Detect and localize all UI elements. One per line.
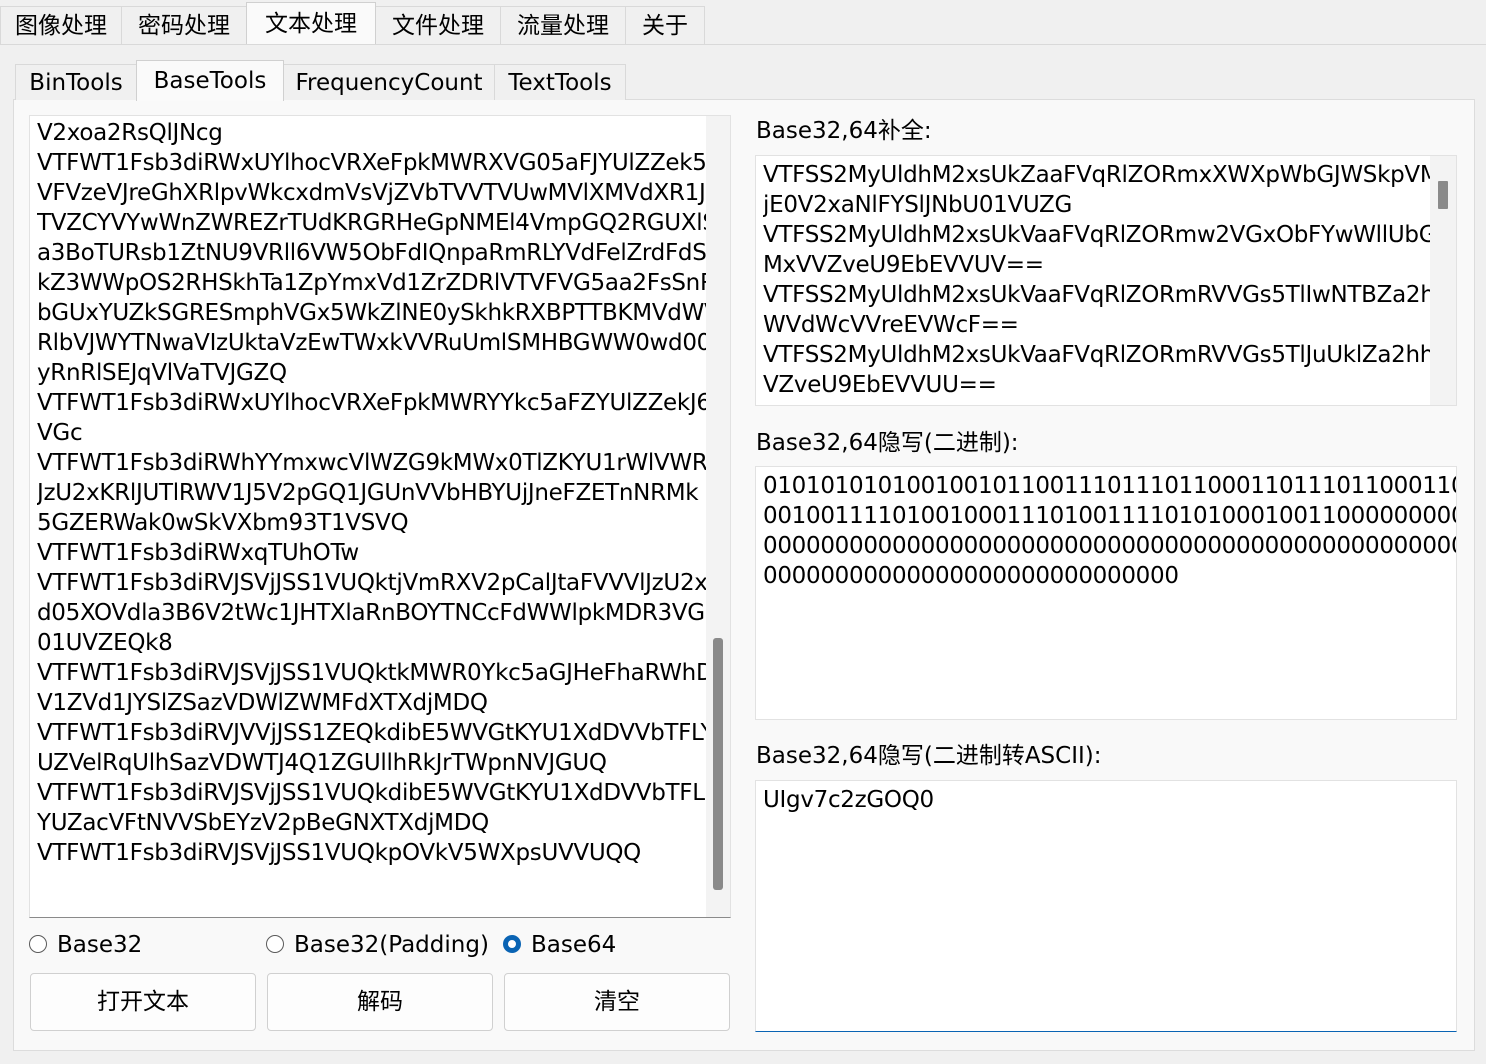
input-text-line: VTFWT1Fsb3diRWxUYlhocVRXeFpkMWRXVG05aFJY…	[37, 150, 707, 176]
input-text-line: UZVelRqUlhSazVDWTJ4Q1ZGUllhRkJrTWpnNVJGU…	[37, 750, 607, 776]
input-text-line: V2xoa2RsQlJNcg	[37, 120, 223, 146]
tab-basetools[interactable]: BaseTools	[136, 60, 284, 101]
binary-text-line: 00000000000000000000000000000	[763, 563, 1179, 589]
input-text-line: VFVzeVJreGhXRlpvWkcxdmVsVjZVbTVVTVUwMVlX…	[37, 180, 707, 206]
tab-crypto-processing[interactable]: 密码处理	[121, 6, 247, 44]
radio-base32[interactable]: Base32	[29, 931, 142, 959]
binary-text-line: 0101010101001001011001110111011000110111…	[763, 473, 1457, 499]
clear-button[interactable]: 清空	[504, 973, 730, 1031]
radio-base64[interactable]: Base64	[503, 931, 616, 959]
padding-text-line: WVdWcVVreEVWcF==	[763, 312, 1019, 338]
padding-text-line: VTFSS2MyUldhM2xsUkZaaFVqRlZORmxXWXpWbGJW…	[763, 162, 1440, 188]
padding-label: Base32,64补全:	[756, 118, 932, 144]
tab-file-processing[interactable]: 文件处理	[375, 6, 501, 44]
input-text-line: VTFWT1Fsb3diRWxqTUhOTw	[37, 540, 359, 566]
radio-circle-icon	[266, 934, 284, 953]
input-text-line: yRnRlSEJqVlVaTVJGZQ	[37, 360, 287, 386]
tab-traffic-processing[interactable]: 流量处理	[500, 6, 626, 44]
padding-text-line: VZveU9EbEVVUU==	[763, 372, 997, 398]
padding-scrollbar[interactable]	[1430, 156, 1456, 405]
binary-label: Base32,64隐写(二进制):	[756, 430, 1019, 456]
tab-text-processing[interactable]: 文本处理	[246, 2, 376, 44]
padding-output-textarea[interactable]: VTFSS2MyUldhM2xsUkZaaFVqRlZORmxXWXpWbGJW…	[755, 155, 1457, 406]
input-text-line: VTFWT1Fsb3diRVJVVjJSS1ZEQkdibE5WVGtKYU1X…	[37, 720, 707, 746]
radio-label: Base64	[531, 932, 617, 958]
input-text-line: VGc	[37, 420, 83, 446]
input-text-line: TVZCYVYwWnZWREZrTUdKRGRHeGpNMEl4VmpGQ2RG…	[37, 210, 707, 236]
padding-text-line: MxVVZveU9EbEVVUV==	[763, 252, 1044, 278]
radio-base32-padding[interactable]: Base32(Padding)	[266, 931, 489, 959]
ascii-output-textarea[interactable]: UIgv7c2zGOQ0	[755, 780, 1457, 1032]
input-text-line: kZ3WWpOS2RHSkhTa1ZpYmxVd1ZrZDRlVTVFVG5aa…	[37, 270, 707, 296]
padding-text-line: VTFSS2MyUldhM2xsUkVaaFVqRlZORmRVVGs5TlIw…	[763, 282, 1450, 308]
input-text-line: VTFWT1Fsb3diRVJSVjJSS1VUQktkMWR0Ykc5aGJH…	[37, 660, 707, 686]
radio-label: Base32(Padding)	[294, 932, 489, 958]
input-text-line: bGUxYUZkSGRESmphVGx5WkZlNE0ySkhkRXBPTTBK…	[37, 300, 707, 326]
binary-text-line: 0010011110100100011101001111010100010011…	[763, 503, 1457, 529]
input-text-line: V1ZVd1JYSlZSazVDWlZWMFdXTXdjMDQ	[37, 690, 488, 716]
padding-scrollbar-thumb[interactable]	[1438, 181, 1448, 209]
tab-texttools[interactable]: TextTools	[494, 64, 626, 100]
ascii-value: UIgv7c2zGOQ0	[763, 787, 934, 813]
input-text-line: VTFWT1Fsb3diRVJSVjJSS1VUQkdibE5WVGtKYU1X…	[37, 780, 705, 806]
input-scrollbar[interactable]	[706, 116, 730, 917]
input-text-line: RlbVJWYTNwaVIzUktaVzEwTWxkVVRuUmlSMHBGWW…	[37, 330, 707, 356]
input-scrollbar-thumb[interactable]	[713, 638, 723, 890]
input-text-line: VTFWT1Fsb3diRWxUYlhocVRXeFpkMWRYYkc5aFZY…	[37, 390, 707, 416]
main-tab-bar: 图像处理 密码处理 文本处理 文件处理 流量处理 关于	[0, 0, 1486, 45]
open-text-button[interactable]: 打开文本	[30, 973, 256, 1031]
binary-text-line: 0000000000000000000000000000000000000000…	[763, 533, 1457, 559]
input-text-line: 5GZERWak0wSkVXbm93T1VSVQ	[37, 510, 409, 536]
padding-text-line: jE0V2xaNlFYSlJNbU01VUZG	[763, 192, 1073, 218]
input-text-line: VTFWT1Fsb3diRWhYYmxwcVlWZG9kMWx0TlZKYU1r…	[37, 450, 707, 476]
input-text-line: d05XOVdla3B6V2tWc1JHTXlaRnBOYTNCcFdWWlpk…	[37, 600, 705, 626]
ascii-label: Base32,64隐写(二进制转ASCII):	[756, 743, 1102, 769]
input-text-line: 01UVZEQk8	[37, 630, 173, 656]
input-textarea[interactable]: V2xoa2RsQlJNcg VTFWT1Fsb3diRWxUYlhocVRXeF…	[29, 115, 731, 918]
radio-circle-icon	[503, 934, 521, 953]
input-text-line: YUZacVFtNVVSbEYzV2pBeGNXTXdjMDQ	[37, 810, 489, 836]
tab-frequencycount[interactable]: FrequencyCount	[283, 64, 495, 100]
binary-output-textarea[interactable]: 0101010101001001011001110111011000110111…	[755, 466, 1457, 720]
padding-text-line: VTFSS2MyUldhM2xsUkVaaFVqRlZORmRVVGs5TlJu…	[763, 342, 1450, 368]
input-text-line: VTFWT1Fsb3diRVJSVjJSS1VUQkpOVkV5WXpsUVVU…	[37, 840, 641, 866]
radio-circle-icon	[29, 934, 47, 953]
input-text-line: JzU2xKRlJUTlRWV1J5V2pGQ1JGUnVVbHBYUjJneF…	[37, 480, 699, 506]
decode-button[interactable]: 解码	[267, 973, 493, 1031]
tab-about[interactable]: 关于	[625, 6, 705, 44]
padding-text-line: VTFSS2MyUldhM2xsUkVaaFVqRlZORmw2VGxObFYw…	[763, 222, 1437, 248]
input-text-line: VTFWT1Fsb3diRVJSVjJSS1VUQktjVmRXV2pCalJt…	[37, 570, 707, 596]
tab-bintools[interactable]: BinTools	[15, 64, 137, 100]
radio-label: Base32	[57, 932, 143, 958]
tab-image-processing[interactable]: 图像处理	[0, 6, 122, 44]
input-text-line: a3BoTURsb1ZtNU9VRll6VW5ObFdIQnpaRmRLYVdF…	[37, 240, 707, 266]
